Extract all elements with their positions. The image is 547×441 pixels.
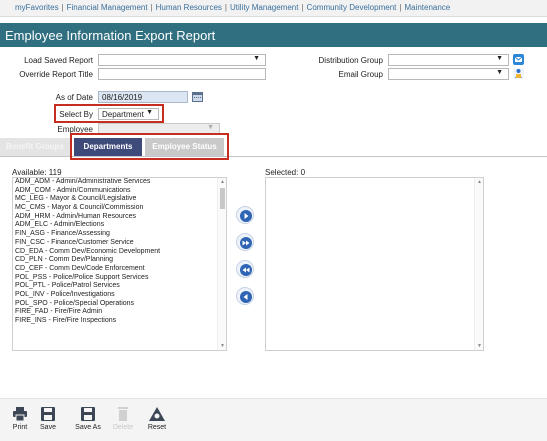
available-scrollbar[interactable]: ▲ ▼: [217, 178, 226, 350]
available-items: ADM_ADM - Admin/Administrative Services A…: [13, 178, 226, 326]
save-as-button[interactable]: Save As: [73, 406, 103, 431]
nav-separator: |: [61, 3, 64, 12]
nav-myfavorites[interactable]: myFavorites: [15, 3, 59, 12]
list-item[interactable]: CD_PLN - Comm Dev/Planning: [13, 256, 226, 265]
list-item[interactable]: FIRE_INS - Fire/Fire Inspections: [13, 317, 226, 326]
delete-button[interactable]: Delete: [109, 406, 137, 431]
move-all-right-button[interactable]: [236, 233, 254, 251]
scroll-up-icon[interactable]: ▲: [218, 179, 226, 185]
save-button[interactable]: Save: [36, 406, 60, 431]
override-report-title-label: Override Report Title: [19, 70, 93, 79]
scroll-thumb[interactable]: [220, 188, 225, 209]
list-item[interactable]: POL_PTL - Police/Patrol Services: [13, 282, 226, 291]
nav-separator: |: [150, 3, 153, 12]
page-title-bar: Employee Information Export Report: [0, 23, 547, 47]
distribution-group-select[interactable]: ▼: [388, 54, 509, 66]
double-arrow-right-icon: [240, 237, 252, 249]
floppy-disk-icon: [81, 407, 95, 421]
list-item[interactable]: MC_CMS - Mayor & Council/Commission: [13, 204, 226, 213]
calendar-icon[interactable]: [192, 92, 203, 102]
page-title: Employee Information Export Report: [5, 28, 216, 43]
list-item[interactable]: CD_EDA - Comm Dev/Economic Development: [13, 248, 226, 257]
select-by-highlight: [54, 104, 164, 123]
move-right-button[interactable]: [236, 206, 254, 224]
list-item[interactable]: ADM_ADM - Admin/Administrative Services: [13, 178, 226, 187]
email-group-label: Email Group: [338, 70, 383, 79]
chevron-down-icon: ▼: [207, 124, 214, 131]
available-list[interactable]: ADM_ADM - Admin/Administrative Services A…: [12, 177, 227, 351]
nav-separator: |: [224, 3, 227, 12]
selected-scrollbar[interactable]: ▲ ▼: [474, 178, 483, 350]
distribution-group-edit-icon[interactable]: [513, 54, 524, 65]
tabs-highlight: [70, 133, 229, 160]
override-report-title-input[interactable]: [98, 68, 266, 80]
floppy-disk-icon: [41, 407, 55, 421]
list-item[interactable]: ADM_ELC - Admin/Elections: [13, 221, 226, 230]
reset-icon: [149, 407, 165, 421]
printer-icon: [13, 407, 27, 422]
list-item[interactable]: POL_PSS - Police/Police Support Services: [13, 274, 226, 283]
double-arrow-left-icon: [240, 264, 252, 276]
as-of-date-input[interactable]: 08/16/2019: [98, 91, 188, 103]
list-item[interactable]: POL_SPO - Police/Special Operations: [13, 300, 226, 309]
delete-label: Delete: [112, 424, 134, 431]
selected-count-label: Selected: 0: [265, 168, 306, 177]
email-group-people-icon[interactable]: [513, 68, 524, 79]
load-saved-report-select[interactable]: ▼: [98, 54, 266, 66]
selected-list[interactable]: ▲ ▼: [265, 177, 484, 351]
list-item[interactable]: FIN_CSC - Finance/Customer Service: [13, 239, 226, 248]
list-item[interactable]: FIN_ASG - Finance/Assessing: [13, 230, 226, 239]
top-navigation: myFavorites | Financial Management | Human R…: [0, 0, 547, 17]
save-as-label: Save As: [75, 424, 101, 431]
nav-utility-management[interactable]: Utility Management: [230, 3, 298, 12]
nav-maintenance[interactable]: Maintenance: [404, 3, 450, 12]
move-all-left-button[interactable]: [236, 260, 254, 278]
list-item[interactable]: ADM_HRM - Admin/Human Resources: [13, 213, 226, 222]
save-label: Save: [40, 424, 56, 431]
arrow-left-icon: [240, 291, 252, 303]
nav-separator: |: [399, 3, 402, 12]
scroll-down-icon[interactable]: ▼: [475, 343, 483, 349]
tab-benefit-groups[interactable]: Benefit Groups: [0, 138, 70, 156]
chevron-down-icon: ▼: [496, 55, 503, 62]
list-item[interactable]: CD_CEF - Comm Dev/Code Enforcement: [13, 265, 226, 274]
scroll-down-icon[interactable]: ▼: [218, 343, 226, 349]
trash-icon: [118, 407, 128, 421]
reset-button[interactable]: Reset: [144, 406, 170, 431]
as-of-date-label: As of Date: [55, 93, 93, 102]
reset-label: Reset: [147, 424, 167, 431]
scroll-up-icon[interactable]: ▲: [475, 179, 483, 185]
load-saved-report-label: Load Saved Report: [24, 56, 93, 65]
nav-community-development[interactable]: Community Development: [307, 3, 397, 12]
list-item[interactable]: FIRE_FAD - Fire/Fire Admin: [13, 308, 226, 317]
nav-human-resources[interactable]: Human Resources: [156, 3, 222, 12]
nav-links: myFavorites | Financial Management | Human R…: [15, 3, 450, 12]
move-left-button[interactable]: [236, 287, 254, 305]
list-item[interactable]: MC_LEG - Mayor & Council/Legislative: [13, 195, 226, 204]
print-button[interactable]: Print: [8, 406, 32, 431]
chevron-down-icon: ▼: [496, 69, 503, 76]
nav-financial-management[interactable]: Financial Management: [67, 3, 148, 12]
chevron-down-icon: ▼: [253, 55, 260, 62]
list-item[interactable]: POL_INV - Police/Investigations: [13, 291, 226, 300]
print-label: Print: [12, 424, 28, 431]
distribution-group-label: Distribution Group: [318, 56, 383, 65]
list-item[interactable]: ADM_COM - Admin/Communications: [13, 187, 226, 196]
nav-separator: |: [301, 3, 304, 12]
arrow-right-icon: [240, 210, 252, 222]
available-count-label: Available: 119: [12, 168, 62, 177]
email-group-select[interactable]: ▼: [388, 68, 509, 80]
